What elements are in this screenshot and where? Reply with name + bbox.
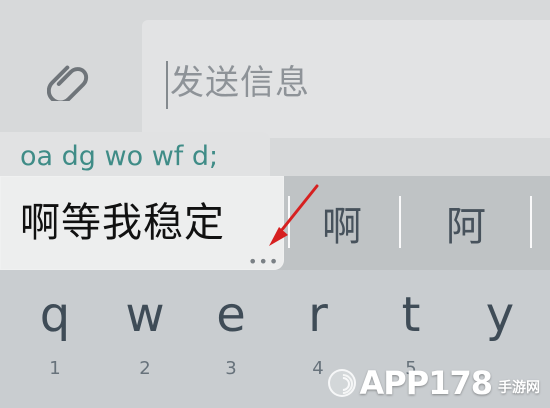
screenshot-stage: 发送信息 oa dg wo wf d; 啊等我稳定 ••• 啊 阿 q 1 w … bbox=[0, 0, 550, 408]
key-r-letter: r bbox=[308, 287, 328, 343]
message-input[interactable]: 发送信息 bbox=[142, 20, 550, 138]
key-t-letter: t bbox=[401, 287, 421, 343]
candidate-primary[interactable]: 啊等我稳定 ••• bbox=[0, 176, 284, 270]
signal-icon bbox=[327, 369, 356, 397]
key-e-number: 3 bbox=[225, 358, 237, 379]
key-q-number: 1 bbox=[49, 358, 61, 379]
key-w-letter: w bbox=[125, 287, 165, 343]
compose-bar: 发送信息 oa dg wo wf d; bbox=[0, 0, 550, 177]
watermark-text: APP178 bbox=[359, 364, 493, 402]
more-candidates-indicator: ••• bbox=[248, 252, 280, 271]
suggestion-strip: 啊等我稳定 ••• 啊 阿 bbox=[0, 176, 550, 270]
key-y-letter: y bbox=[485, 287, 515, 343]
key-w[interactable]: w 2 bbox=[100, 270, 190, 408]
candidate-tertiary[interactable]: 阿 bbox=[401, 176, 531, 270]
candidate-divider bbox=[530, 196, 532, 248]
paperclip-icon bbox=[47, 65, 89, 101]
candidate-primary-label: 啊等我稳定 bbox=[20, 200, 225, 246]
key-q[interactable]: q 1 bbox=[10, 270, 100, 408]
key-e-letter: e bbox=[216, 287, 246, 343]
key-q-letter: q bbox=[39, 287, 71, 343]
site-watermark: APP178 手游网 bbox=[327, 364, 540, 402]
key-e[interactable]: e 3 bbox=[186, 270, 276, 408]
message-placeholder: 发送信息 bbox=[170, 63, 310, 103]
text-caret bbox=[166, 61, 168, 109]
candidate-secondary[interactable]: 啊 bbox=[286, 176, 398, 270]
key-w-number: 2 bbox=[139, 358, 151, 379]
attach-button[interactable] bbox=[44, 56, 92, 104]
watermark-subtext: 手游网 bbox=[498, 380, 540, 396]
composing-text: oa dg wo wf d; bbox=[20, 141, 219, 172]
